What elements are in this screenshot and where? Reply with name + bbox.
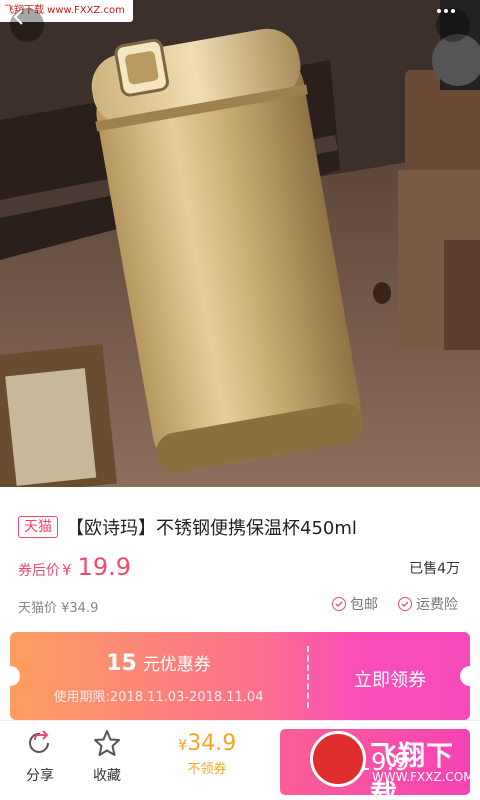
coupon-period: 使用期限:2018.11.03-2018.11.04 bbox=[53, 690, 264, 705]
service-free-shipping: 包邮 bbox=[332, 594, 378, 614]
full-price: ¥34.9 bbox=[162, 731, 252, 756]
buy-without-coupon-button[interactable]: ¥34.9 不领券 bbox=[162, 731, 252, 777]
service-label: 包邮 bbox=[350, 597, 378, 613]
original-price: 天猫价 ¥34.9 bbox=[18, 601, 99, 616]
share-icon bbox=[29, 730, 49, 753]
price-label: 券后价 bbox=[18, 563, 60, 579]
favorite-label: 收藏 bbox=[93, 768, 121, 784]
coupon-amount-line: 15 元优惠券 bbox=[10, 650, 307, 676]
share-label: 分享 bbox=[26, 768, 54, 784]
no-coupon-label: 不领券 bbox=[187, 762, 227, 777]
platform-tag: 天猫 bbox=[18, 516, 58, 538]
price-currency: ¥ bbox=[62, 561, 72, 579]
coupon-amount: 15 bbox=[106, 651, 137, 676]
back-button[interactable] bbox=[10, 8, 44, 42]
coupon-divider bbox=[307, 646, 309, 708]
service-shipping-insurance: 运费险 bbox=[398, 594, 458, 614]
check-circle-icon bbox=[332, 597, 346, 611]
claim-coupon-button[interactable]: 立即领券 bbox=[310, 666, 470, 692]
coupon-price: 19.9 bbox=[77, 553, 131, 581]
chevron-left-icon bbox=[13, 9, 23, 25]
product-image: 飞翔下载 www.FXXZ.com bbox=[0, 0, 480, 487]
watermark-logo-icon bbox=[310, 731, 366, 787]
full-price-value: 34.9 bbox=[187, 731, 237, 756]
watermark-brand: 飞翔下载 bbox=[370, 741, 454, 800]
coupon-amount-text: 元优惠券 bbox=[142, 655, 211, 675]
star-icon bbox=[94, 730, 120, 756]
sold-count: 已售4万 bbox=[409, 561, 460, 577]
coupon-price-row: 券后价 ¥ 19.9 bbox=[18, 553, 131, 581]
watermark-logo: 飞翔下载 WWW.FXXZ.COM bbox=[310, 728, 480, 800]
more-button[interactable] bbox=[436, 8, 470, 42]
check-circle-icon bbox=[398, 597, 412, 611]
product-title: 【欧诗玛】不锈钢便携保温杯450ml bbox=[66, 518, 357, 539]
full-price-currency: ¥ bbox=[177, 736, 188, 754]
watermark-url: WWW.FXXZ.COM bbox=[372, 770, 474, 784]
service-label: 运费险 bbox=[416, 597, 458, 613]
title-row: 天猫 【欧诗玛】不锈钢便携保温杯450ml bbox=[18, 514, 357, 540]
product-info-section: 天猫 【欧诗玛】不锈钢便携保温杯450ml 券后价 ¥ 19.9 已售4万 天猫… bbox=[0, 487, 480, 632]
coupon-card[interactable]: 15 元优惠券 使用期限:2018.11.03-2018.11.04 立即领券 bbox=[10, 632, 470, 720]
more-dots-icon bbox=[437, 9, 455, 13]
share-button[interactable]: 分享 bbox=[10, 729, 70, 785]
favorite-button[interactable]: 收藏 bbox=[77, 729, 137, 785]
product-photo-illustration bbox=[0, 0, 480, 487]
